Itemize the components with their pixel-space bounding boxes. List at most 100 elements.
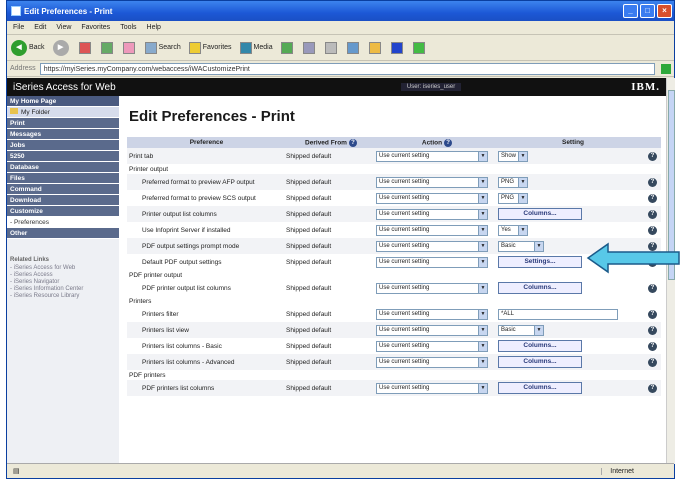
- action-select[interactable]: Use current setting ▼: [376, 382, 488, 394]
- action-select[interactable]: Use current setting ▼: [376, 324, 488, 336]
- menu-file[interactable]: File: [13, 24, 24, 31]
- related-link[interactable]: - iSeries Access for Web: [10, 265, 119, 272]
- setting-button[interactable]: Columns...: [498, 208, 582, 220]
- setting-button[interactable]: Settings...: [498, 256, 582, 268]
- setting-button[interactable]: Columns...: [498, 282, 582, 294]
- sidebar-item-command[interactable]: Command: [7, 184, 119, 195]
- go-icon[interactable]: [661, 63, 671, 74]
- home-button[interactable]: [122, 41, 137, 54]
- bluetooth-button[interactable]: [390, 41, 405, 54]
- action-select[interactable]: Use current setting ▼: [376, 176, 488, 188]
- help-icon[interactable]: ?: [648, 283, 657, 293]
- action-select[interactable]: Use current setting ▼: [376, 240, 488, 252]
- action-select[interactable]: Use current setting ▼: [376, 224, 488, 236]
- action-cell: Use current setting ▼: [376, 380, 498, 396]
- help-icon[interactable]: ?: [648, 383, 657, 393]
- derived-from: Shipped default: [284, 354, 376, 370]
- action-select[interactable]: Use current setting ▼: [376, 282, 488, 294]
- sidebar-item-messages[interactable]: Messages: [7, 129, 119, 140]
- help-icon[interactable]: ?: [648, 177, 657, 187]
- history-button[interactable]: [280, 41, 295, 54]
- derived-from: Shipped default: [284, 206, 376, 222]
- table-header-row: Preference Derived From? Action? Setting: [127, 137, 661, 148]
- stop-button[interactable]: [78, 41, 93, 54]
- action-select[interactable]: Use current setting ▼: [376, 308, 488, 320]
- related-links: Related Links - iSeries Access for Web - …: [7, 239, 119, 300]
- print-button[interactable]: [324, 41, 339, 54]
- menu-tools[interactable]: Tools: [120, 24, 136, 31]
- sidebar-item-download[interactable]: Download: [7, 195, 119, 206]
- setting-input[interactable]: *ALL: [498, 308, 618, 320]
- action-select[interactable]: Use current setting ▼: [376, 208, 488, 220]
- address-label: Address: [10, 65, 36, 72]
- back-button[interactable]: ◀ Back: [11, 39, 45, 56]
- help-cell: ?: [648, 338, 661, 354]
- edit-button[interactable]: [346, 41, 361, 54]
- search-button[interactable]: Search: [144, 41, 181, 54]
- menu-edit[interactable]: Edit: [34, 24, 46, 31]
- setting-select[interactable]: PNG ▼: [498, 192, 528, 204]
- sidebar-item-5250[interactable]: 5250: [7, 151, 119, 162]
- sidebar-item-customize[interactable]: Customize: [7, 206, 119, 217]
- menu-view[interactable]: View: [56, 24, 71, 31]
- maximize-button[interactable]: □: [640, 4, 655, 18]
- window-title: Edit Preferences - Print: [24, 6, 113, 16]
- sidebar-item-files[interactable]: Files: [7, 173, 119, 184]
- help-cell: ?: [648, 280, 661, 296]
- setting-button[interactable]: Columns...: [498, 382, 582, 394]
- help-icon[interactable]: ?: [648, 325, 657, 335]
- help-cell: ?: [648, 322, 661, 338]
- favorites-button[interactable]: Favorites: [188, 41, 232, 54]
- action-select[interactable]: Use current setting ▼: [376, 340, 488, 352]
- help-icon[interactable]: ?: [648, 151, 657, 161]
- sidebar-item-jobs[interactable]: Jobs: [7, 140, 119, 151]
- sidebar-item-database[interactable]: Database: [7, 162, 119, 173]
- action-select[interactable]: Use current setting ▼: [376, 192, 488, 204]
- messenger-button[interactable]: [412, 41, 427, 54]
- related-link[interactable]: - iSeries Access: [10, 272, 119, 279]
- setting-select[interactable]: Basic ▼: [498, 240, 544, 252]
- setting-select[interactable]: Show ▼: [498, 150, 528, 162]
- help-icon[interactable]: ?: [648, 309, 657, 319]
- media-button[interactable]: Media: [239, 41, 273, 54]
- sidebar-item-print[interactable]: Print: [7, 118, 119, 129]
- help-icon[interactable]: ?: [444, 138, 453, 147]
- setting-select[interactable]: Basic ▼: [498, 324, 544, 336]
- setting-select[interactable]: PNG ▼: [498, 176, 528, 188]
- action-select[interactable]: Use current setting ▼: [376, 150, 488, 162]
- dropdown-arrow-icon: ▼: [518, 177, 527, 187]
- action-select[interactable]: Use current setting ▼: [376, 356, 488, 368]
- derived-from: Shipped default: [284, 148, 376, 164]
- related-link[interactable]: - iSeries Navigator: [10, 279, 119, 286]
- sidebar-item-preferences[interactable]: - Preferences: [7, 217, 119, 228]
- menu-favorites[interactable]: Favorites: [81, 24, 110, 31]
- folder-button[interactable]: [368, 41, 383, 54]
- forward-button[interactable]: ▶: [52, 39, 71, 56]
- setting-select[interactable]: Yes ▼: [498, 224, 528, 236]
- help-icon[interactable]: ?: [648, 209, 657, 219]
- refresh-button[interactable]: [100, 41, 115, 54]
- related-link[interactable]: - iSeries Information Center: [10, 286, 119, 293]
- table-row: Print tab Shipped default Use current sett…: [127, 148, 661, 164]
- minimize-button[interactable]: _: [623, 4, 638, 18]
- dropdown-arrow-icon: ▼: [478, 309, 487, 319]
- browser-window: Edit Preferences - Print _ □ × File Edit…: [6, 0, 675, 479]
- derived-from: Shipped default: [286, 342, 332, 350]
- related-link[interactable]: - iSeries Resource Library: [10, 293, 119, 300]
- help-icon[interactable]: ?: [648, 357, 657, 367]
- setting-button[interactable]: Columns...: [498, 340, 582, 352]
- sidebar-item-other[interactable]: Other: [7, 228, 119, 239]
- help-icon[interactable]: ?: [648, 341, 657, 351]
- help-icon[interactable]: ?: [648, 193, 657, 203]
- help-icon[interactable]: ?: [348, 138, 357, 147]
- address-input[interactable]: https://myiSeries.myCompany.com/webacces…: [39, 62, 655, 75]
- sidebar-item-my-home-page[interactable]: My Home Page: [7, 96, 119, 107]
- mail-button[interactable]: [302, 41, 317, 54]
- action-select[interactable]: Use current setting ▼: [376, 256, 488, 268]
- sidebar-item-my-folder[interactable]: My Folder: [7, 107, 119, 118]
- menu-help[interactable]: Help: [147, 24, 161, 31]
- dropdown-arrow-icon: ▼: [478, 341, 487, 351]
- setting-button[interactable]: Columns...: [498, 356, 582, 368]
- help-icon[interactable]: ?: [648, 225, 657, 235]
- close-button[interactable]: ×: [657, 4, 672, 18]
